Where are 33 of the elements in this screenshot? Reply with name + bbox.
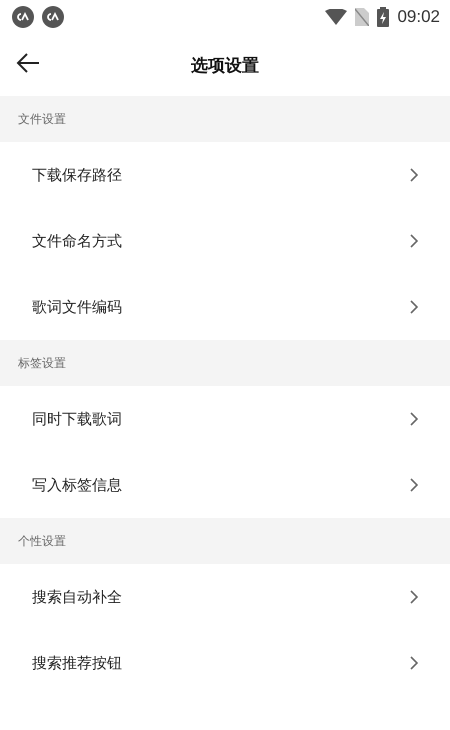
row-label: 写入标签信息	[32, 476, 123, 494]
battery-charging-icon	[377, 7, 390, 27]
settings-row[interactable]: 文件命名方式	[0, 208, 450, 274]
wifi-icon	[325, 9, 348, 25]
row-label: 搜索自动补全	[32, 588, 123, 606]
settings-row[interactable]: 下载保存路径	[0, 142, 450, 208]
row-label: 文件命名方式	[32, 232, 123, 250]
row-label: 歌词文件编码	[32, 298, 123, 316]
settings-row[interactable]: 搜索自动补全	[0, 564, 450, 630]
chevron-right-icon	[410, 300, 418, 314]
status-time: 09:02	[397, 7, 440, 27]
settings-row[interactable]: 写入标签信息	[0, 452, 450, 518]
settings-row[interactable]: 搜索推荐按钮	[0, 630, 450, 696]
section-title: 标签设置	[18, 354, 66, 372]
section-title: 文件设置	[18, 110, 66, 128]
chevron-right-icon	[410, 412, 418, 426]
settings-row[interactable]: 同时下载歌词	[0, 386, 450, 452]
back-button[interactable]	[14, 51, 42, 75]
chevron-right-icon	[410, 478, 418, 492]
back-arrow-icon	[16, 53, 40, 73]
page-title: 选项设置	[191, 54, 259, 76]
chevron-right-icon	[410, 656, 418, 670]
section-title: 个性设置	[18, 532, 66, 550]
app-icon	[12, 6, 34, 28]
row-label: 搜索推荐按钮	[32, 654, 123, 672]
app-icon	[42, 6, 64, 28]
row-label: 下载保存路径	[32, 166, 123, 184]
no-sim-icon	[355, 8, 370, 26]
chevron-right-icon	[410, 234, 418, 248]
chevron-right-icon	[410, 590, 418, 604]
row-label: 同时下载歌词	[32, 410, 123, 428]
settings-row[interactable]: 歌词文件编码	[0, 274, 450, 340]
chevron-right-icon	[410, 168, 418, 182]
